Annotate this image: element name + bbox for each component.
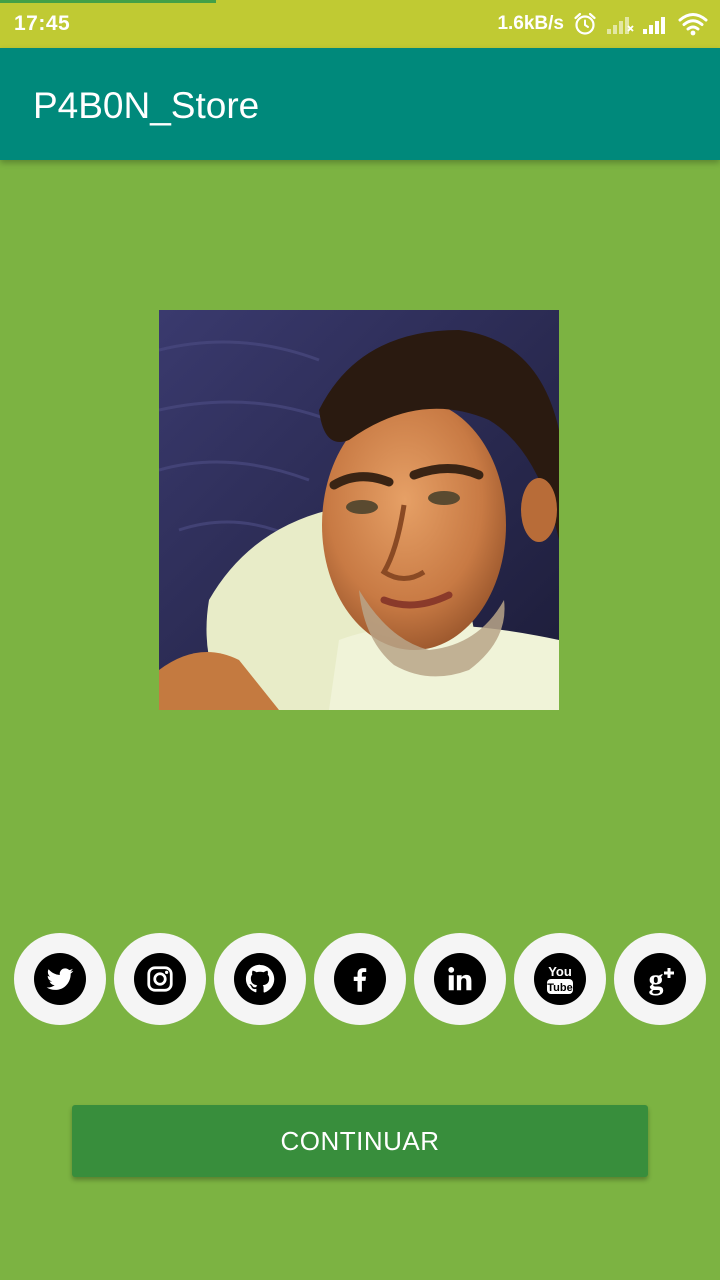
app-bar: P4B0N_Store xyxy=(0,48,720,160)
clock: 17:45 xyxy=(14,12,71,35)
youtube-icon: You Tube xyxy=(534,953,586,1005)
facebook-icon xyxy=(334,953,386,1005)
facebook-button[interactable] xyxy=(314,933,406,1025)
profile-photo xyxy=(159,310,559,710)
instagram-icon xyxy=(134,953,186,1005)
alarm-icon xyxy=(572,11,598,37)
twitter-icon xyxy=(34,953,86,1005)
github-icon xyxy=(234,953,286,1005)
linkedin-icon xyxy=(434,953,486,1005)
github-button[interactable] xyxy=(214,933,306,1025)
svg-text:g: g xyxy=(649,963,664,996)
sim1-signal-icon xyxy=(606,13,634,35)
network-speed: 1.6kB/s xyxy=(497,13,564,34)
google-plus-icon: g xyxy=(634,953,686,1005)
loading-progress-bar xyxy=(0,0,216,3)
continue-button[interactable]: CONTINUAR xyxy=(72,1105,648,1177)
linkedin-button[interactable] xyxy=(414,933,506,1025)
status-icons: 1.6kB/s xyxy=(497,9,708,39)
google-plus-button[interactable]: g xyxy=(614,933,706,1025)
svg-text:You: You xyxy=(548,964,572,979)
svg-text:Tube: Tube xyxy=(547,982,572,994)
twitter-button[interactable] xyxy=(14,933,106,1025)
app-title: P4B0N_Store xyxy=(33,85,260,126)
status-bar: 17:45 1.6kB/s xyxy=(0,0,720,48)
youtube-button[interactable]: You Tube xyxy=(514,933,606,1025)
wifi-icon xyxy=(678,12,708,36)
social-links: You Tube g xyxy=(14,933,706,1025)
instagram-button[interactable] xyxy=(114,933,206,1025)
sim2-signal-icon xyxy=(642,13,670,35)
